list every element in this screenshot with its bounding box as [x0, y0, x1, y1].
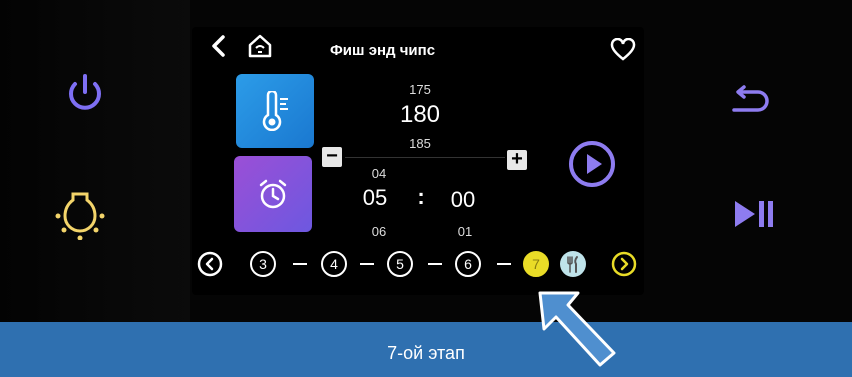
seconds-current[interactable]: 00 — [440, 187, 486, 213]
step-connector — [293, 263, 307, 265]
panel-left-area — [0, 0, 190, 322]
start-button[interactable] — [568, 140, 616, 188]
step-connector — [428, 263, 442, 265]
recipe-title: Фиш энд чипс — [330, 42, 436, 59]
steps-prev-button[interactable] — [197, 251, 223, 277]
undo-icon — [732, 85, 769, 112]
back-button[interactable] — [208, 34, 230, 58]
light-button[interactable] — [52, 184, 108, 241]
play-pause-icon — [735, 201, 773, 227]
favorite-button[interactable] — [610, 37, 636, 62]
increase-button[interactable]: + — [507, 149, 527, 170]
lightbulb-icon — [55, 192, 105, 241]
play-pause-button[interactable] — [733, 198, 777, 230]
step-4[interactable]: 4 — [321, 251, 347, 277]
chevron-left-icon — [197, 251, 223, 277]
minutes-current[interactable]: 05 — [352, 185, 398, 211]
step-connector — [497, 263, 511, 265]
step-6[interactable]: 6 — [455, 251, 481, 277]
pointer-arrow — [530, 287, 620, 367]
cutlery-icon — [567, 256, 578, 273]
step-3[interactable]: 3 — [250, 251, 276, 277]
power-icon — [69, 74, 101, 110]
play-icon — [569, 141, 615, 187]
temperature-next: 185 — [409, 136, 431, 151]
pointer-arrow-icon — [538, 291, 616, 367]
thermometer-icon — [262, 91, 288, 131]
home-button[interactable] — [246, 32, 274, 60]
step-connector — [360, 263, 374, 265]
temperature-prev: 175 — [409, 82, 431, 97]
time-separator: : — [417, 184, 425, 209]
step-7-active[interactable]: 7 — [523, 251, 549, 277]
serve-step-button[interactable] — [560, 251, 586, 277]
back-arrow-icon — [212, 35, 225, 57]
step-5[interactable]: 5 — [387, 251, 413, 277]
caption-text: 7-ой этап — [387, 343, 465, 363]
decrease-button[interactable]: − — [322, 146, 342, 167]
steps-next-button[interactable] — [611, 251, 637, 277]
home-icon — [248, 34, 272, 58]
minutes-prev: 04 — [371, 166, 387, 181]
chevron-right-icon — [611, 251, 637, 277]
seconds-next: 01 — [457, 224, 473, 239]
temperature-tile[interactable] — [236, 74, 314, 148]
temperature-current[interactable]: 180 — [388, 101, 452, 129]
power-button[interactable] — [62, 70, 108, 116]
divider-line — [345, 157, 505, 158]
timer-tile[interactable] — [234, 156, 312, 232]
heart-icon — [610, 37, 636, 61]
minutes-next: 06 — [371, 224, 387, 239]
alarm-clock-icon — [259, 179, 287, 209]
undo-button[interactable] — [730, 84, 774, 114]
